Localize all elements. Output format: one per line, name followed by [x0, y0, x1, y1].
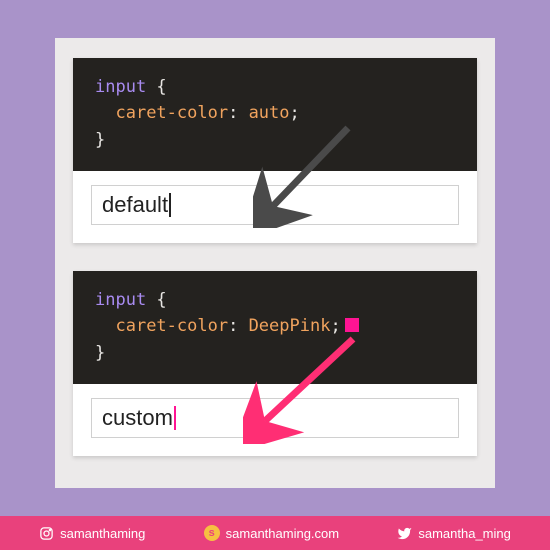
footer-twitter[interactable]: samantha_ming: [397, 526, 511, 541]
footer-instagram-handle: samanthaming: [60, 526, 145, 541]
code-value: auto: [249, 103, 290, 123]
code-property: caret-color: [115, 316, 228, 336]
code-colon: :: [228, 103, 248, 123]
color-swatch-icon: [345, 318, 359, 332]
footer-twitter-handle: samantha_ming: [418, 526, 511, 541]
code-brace-close: }: [95, 343, 105, 363]
input-text: custom: [102, 405, 173, 431]
footer-website[interactable]: s samanthaming.com: [204, 525, 339, 541]
demo-input-default[interactable]: default: [91, 185, 459, 225]
demo-input-custom[interactable]: custom: [91, 398, 459, 438]
content-canvas: input { caret-color: auto; } default: [55, 38, 495, 488]
code-value: DeepPink: [249, 316, 331, 336]
footer-website-url: samanthaming.com: [226, 526, 339, 541]
code-brace-open: {: [146, 290, 166, 310]
code-semicolon: ;: [290, 103, 300, 123]
twitter-icon: [397, 526, 412, 541]
footer-instagram[interactable]: samanthaming: [39, 526, 145, 541]
example-card-custom: input { caret-color: DeepPink; } custom: [73, 271, 477, 456]
code-semicolon: ;: [330, 316, 340, 336]
input-demo-area: default: [73, 171, 477, 243]
code-brace-open: {: [146, 77, 166, 97]
code-block: input { caret-color: auto; }: [73, 58, 477, 171]
code-brace-close: }: [95, 130, 105, 150]
code-property: caret-color: [115, 103, 228, 123]
example-card-default: input { caret-color: auto; } default: [73, 58, 477, 243]
input-text: default: [102, 192, 168, 218]
code-block: input { caret-color: DeepPink; }: [73, 271, 477, 384]
footer-bar: samanthaming s samanthaming.com samantha…: [0, 516, 550, 550]
caret-icon: [174, 406, 176, 430]
input-demo-area: custom: [73, 384, 477, 456]
code-selector: input: [95, 77, 146, 97]
code-colon: :: [228, 316, 248, 336]
website-badge-icon: s: [204, 525, 220, 541]
instagram-icon: [39, 526, 54, 541]
caret-icon: [169, 193, 171, 217]
code-selector: input: [95, 290, 146, 310]
